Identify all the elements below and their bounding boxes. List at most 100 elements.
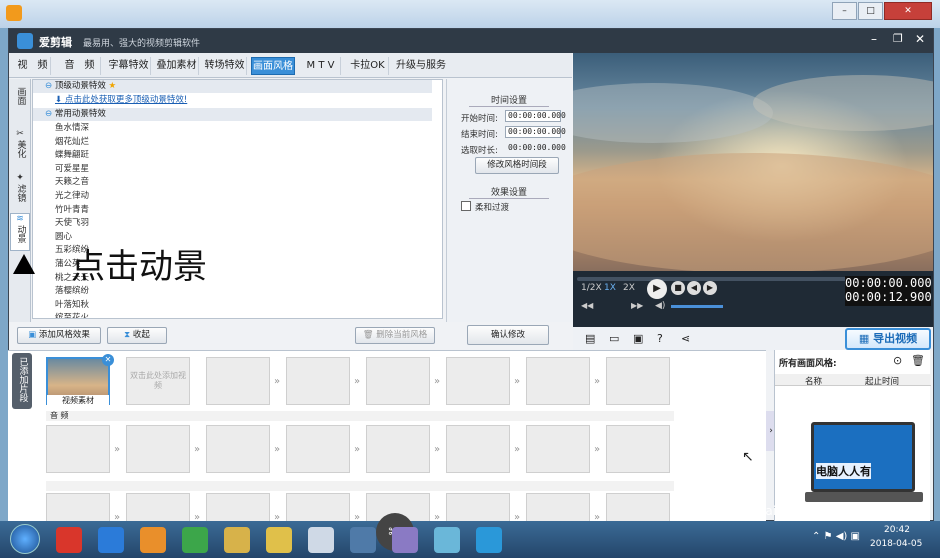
premium-link[interactable]: ⬇ 点击此处获取更多顶级动景特效! xyxy=(33,94,432,107)
stop-button[interactable]: ■ xyxy=(671,281,685,295)
speed-2x[interactable]: 2X xyxy=(623,283,635,293)
clip-slot[interactable] xyxy=(606,425,670,473)
close-icon[interactable]: ✕ xyxy=(915,32,925,46)
tab-video[interactable]: 视 频 xyxy=(15,57,51,75)
taskbar-app-11[interactable] xyxy=(476,527,502,553)
close-button[interactable]: ✕ xyxy=(884,2,932,20)
speed-half[interactable]: 1/2X xyxy=(581,283,602,293)
side-tab-motion-label: 动景 xyxy=(15,225,26,243)
added-clips-tab[interactable]: 已添加片段 xyxy=(12,353,32,409)
rewind-icon[interactable]: ◀◀ xyxy=(581,301,593,310)
side-tab-picture[interactable]: 画面 xyxy=(10,87,30,117)
clip-slot[interactable] xyxy=(286,425,350,473)
taskbar-app-1[interactable] xyxy=(56,527,82,553)
side-tab-beautify[interactable]: ✂ 美化 xyxy=(10,129,30,159)
volume-slider[interactable] xyxy=(671,305,723,308)
add-style-label: 添加风格效果 xyxy=(38,330,90,340)
start-button[interactable] xyxy=(10,524,40,554)
clip-slot[interactable] xyxy=(206,357,270,405)
minimize-button[interactable]: – xyxy=(832,2,857,20)
logo-icon xyxy=(17,33,33,49)
tab-upgrade[interactable]: 升级与服务 xyxy=(395,57,447,75)
share-icon[interactable]: ⋖ xyxy=(681,332,690,345)
maximize-button[interactable]: □ xyxy=(858,2,883,20)
effect-item[interactable]: 天使飞羽 xyxy=(33,217,432,230)
effect-item[interactable]: 光之律动 xyxy=(33,190,432,203)
new-icon[interactable]: ▤ xyxy=(585,332,595,345)
speed-1x[interactable]: 1X xyxy=(604,283,616,293)
clip-slot[interactable] xyxy=(46,425,110,473)
added-clips-label: 已添加片段 xyxy=(17,357,28,402)
play-button[interactable]: ▶ xyxy=(647,279,667,299)
side-tab-filter[interactable]: ✦ 滤镜 xyxy=(10,173,30,207)
effect-item[interactable]: 可爱星星 xyxy=(33,163,432,176)
file-toolbar: ▤ ▭ ▣ ? ⋖ ▦ 导出视频 xyxy=(573,327,933,351)
export-button[interactable]: ▦ 导出视频 xyxy=(845,328,931,350)
taskbar-paint[interactable] xyxy=(392,527,418,553)
save-icon[interactable]: ▣ xyxy=(633,332,643,345)
refresh-icon[interactable]: ⊙ xyxy=(893,354,902,367)
taskbar-media[interactable] xyxy=(140,527,166,553)
taskbar-explorer[interactable] xyxy=(224,527,250,553)
effect-item[interactable]: 竹叶青青 xyxy=(33,204,432,217)
clip-slot[interactable] xyxy=(526,425,590,473)
tab-karaoke[interactable]: 卡拉OK xyxy=(347,57,389,75)
premium-group-header[interactable]: ⊖ 顶级动景特效 ★ xyxy=(33,80,432,93)
tab-transition[interactable]: 转场特效 xyxy=(203,57,247,75)
taskbar-chrome[interactable] xyxy=(182,527,208,553)
wand-icon: ✦ xyxy=(16,173,24,183)
tab-audio[interactable]: 音 频 xyxy=(59,57,101,75)
effect-item[interactable]: 鱼水情深 xyxy=(33,122,432,135)
open-icon[interactable]: ▭ xyxy=(609,332,619,345)
tab-mtv[interactable]: M T V xyxy=(301,57,341,75)
taskbar-ie[interactable] xyxy=(98,527,124,553)
app-titlebar: 爱剪辑 最易用、强大的视频剪辑软件 – ❐ ✕ xyxy=(9,29,933,53)
effect-item[interactable]: 叶落知秋 xyxy=(33,299,432,312)
taskbar-aijianji[interactable] xyxy=(308,527,334,553)
add-style-button[interactable]: ▣ 添加风格效果 xyxy=(17,327,101,344)
next-frame-button[interactable]: ▶ xyxy=(703,281,717,295)
trash-icon[interactable]: 🗑 xyxy=(911,354,925,367)
common-group-header[interactable]: ⊖ 常用动景特效 xyxy=(33,108,432,121)
tab-overlay[interactable]: 叠加素材 xyxy=(155,57,199,75)
start-time-input[interactable]: 00:00:00.000 xyxy=(505,110,566,122)
clock-date[interactable]: 2018-04-05 xyxy=(870,539,922,549)
col-time: 起止时间 xyxy=(865,377,900,387)
effect-item[interactable]: 天籁之音 xyxy=(33,176,432,189)
effect-item[interactable]: 缤至花火 xyxy=(33,312,432,318)
side-tab-motion[interactable]: ≋ 动景 xyxy=(10,213,30,251)
taskbar-app-10[interactable] xyxy=(434,527,460,553)
transition-arrow-icon: » xyxy=(514,444,521,455)
prev-frame-button[interactable]: ◀ xyxy=(687,281,701,295)
confirm-button[interactable]: 确认修改 xyxy=(467,325,549,345)
smooth-checkbox[interactable] xyxy=(461,201,471,211)
clip-slot[interactable] xyxy=(526,357,590,405)
clock-time[interactable]: 20:42 xyxy=(884,525,910,535)
effect-item[interactable]: 烟花灿烂 xyxy=(33,136,432,149)
clip-slot[interactable] xyxy=(286,357,350,405)
end-time-input[interactable]: 00:00:00.000 xyxy=(505,126,566,138)
tray-icons[interactable]: ⌃ ⚑ ◀) ▣ xyxy=(812,531,860,542)
remove-clip-icon[interactable]: ✕ xyxy=(102,354,114,366)
tab-style[interactable]: 画面风格 xyxy=(251,57,295,75)
volume-icon[interactable]: ◀) xyxy=(655,301,665,311)
clip-slot[interactable] xyxy=(366,357,430,405)
help-icon[interactable]: ? xyxy=(657,332,663,345)
clip-slot[interactable] xyxy=(366,425,430,473)
taskbar-folder[interactable] xyxy=(266,527,292,553)
clip-slot[interactable] xyxy=(606,357,670,405)
taskbar-app-8[interactable] xyxy=(350,527,376,553)
delete-style-button[interactable]: 🗑 删除当前风格 xyxy=(355,327,435,344)
fastforward-icon[interactable]: ▶▶ xyxy=(631,301,643,310)
effect-item[interactable]: 蝶舞翩跹 xyxy=(33,149,432,162)
clip-slot[interactable] xyxy=(126,425,190,473)
restore-icon[interactable]: ❐ xyxy=(893,32,903,45)
collect-button[interactable]: ⧗ 收起 xyxy=(107,327,167,344)
cloud-scene-image xyxy=(573,53,933,271)
clip-slot[interactable] xyxy=(446,357,510,405)
clip-slot[interactable] xyxy=(206,425,270,473)
modify-time-button[interactable]: 修改风格时间段 xyxy=(475,157,559,174)
minimize-icon[interactable]: – xyxy=(871,32,877,46)
tab-subtitle[interactable]: 字幕特效 xyxy=(107,57,151,75)
clip-slot[interactable] xyxy=(446,425,510,473)
